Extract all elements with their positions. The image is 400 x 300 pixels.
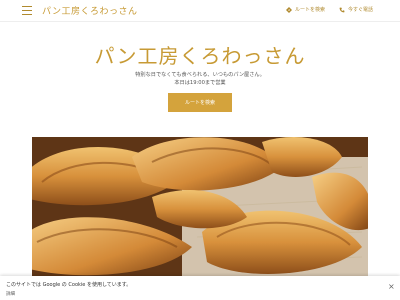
croissant-photo bbox=[32, 137, 368, 277]
hero-subtitle: 特別な日でなくても食べられる、いつものパン屋さん。 本日は19:00まで営業 bbox=[0, 71, 400, 87]
top-navigation-bar: パン工房くろわっさん ルートを検索 今すぐ電話 bbox=[0, 0, 400, 22]
cookie-notice-text: このサイトでは Google の Cookie を使用しています。 bbox=[6, 282, 132, 288]
call-now-link[interactable]: 今すぐ電話 bbox=[339, 6, 373, 13]
route-search-button[interactable]: ルートを検索 bbox=[168, 93, 232, 112]
hero-hours: 本日は19:00まで営業 bbox=[174, 80, 226, 86]
close-icon[interactable]: × bbox=[388, 283, 395, 291]
route-search-link[interactable]: ルートを検索 bbox=[286, 6, 325, 13]
hero-tagline: 特別な日でなくても食べられる、いつものパン屋さん。 bbox=[135, 72, 265, 78]
hero-title: パン工房くろわっさん bbox=[94, 44, 306, 68]
cookie-details-link[interactable]: 詳細 bbox=[6, 291, 15, 297]
cookie-banner: このサイトでは Google の Cookie を使用しています。 詳細 × bbox=[0, 276, 400, 300]
call-now-label: 今すぐ電話 bbox=[348, 7, 374, 13]
site-brand[interactable]: パン工房くろわっさん bbox=[42, 4, 137, 17]
route-search-label: ルートを検索 bbox=[295, 7, 326, 13]
hamburger-menu-icon[interactable] bbox=[22, 6, 32, 16]
directions-icon bbox=[286, 6, 292, 13]
phone-icon bbox=[339, 7, 345, 12]
